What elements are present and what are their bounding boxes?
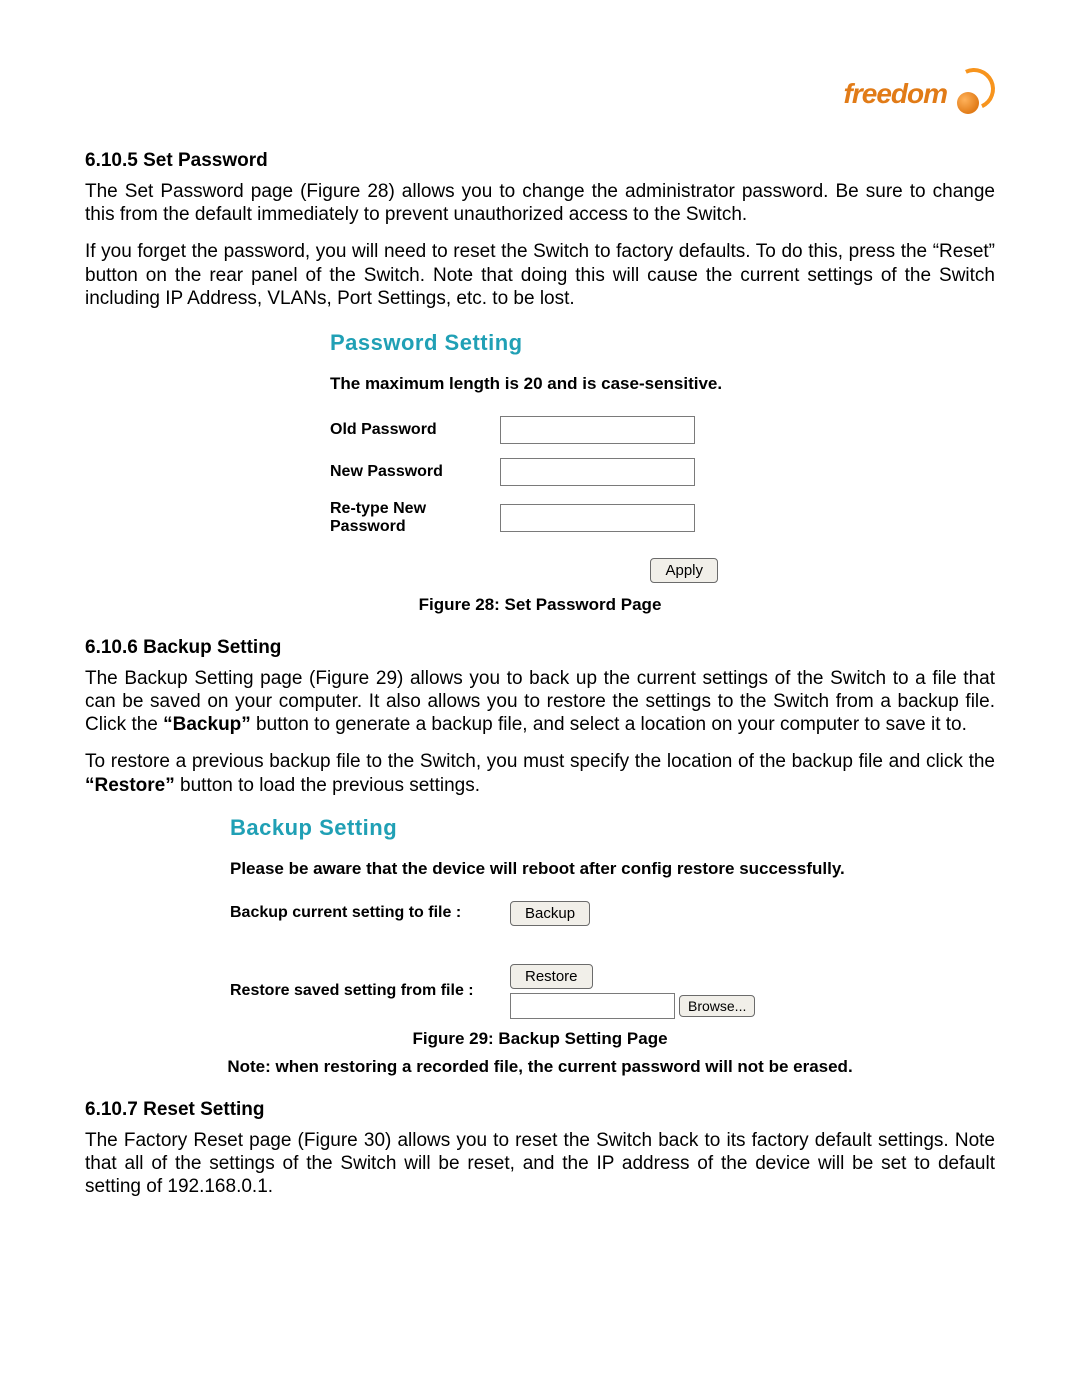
apply-button[interactable]: Apply [650,558,718,583]
retype-password-input[interactable] [500,504,695,532]
restore-from-file-label: Restore saved setting from file : [230,982,510,1000]
figure-29-caption: Figure 29: Backup Setting Page [85,1029,995,1049]
figure-28-caption: Figure 28: Set Password Page [85,595,995,615]
backup-panel-title: Backup Setting [230,815,850,841]
heading-reset-setting: 6.10.7 Reset Setting [85,1099,995,1121]
backup-para2-b: button to load the previous settings. [175,775,480,796]
backup-setting-para-2: To restore a previous backup file to the… [85,750,995,796]
retype-password-label: Re-type New Password [330,500,500,536]
brand-logo-graphic [949,68,995,120]
heading-backup-setting: 6.10.6 Backup Setting [85,637,995,659]
brand-logo: freedom [844,68,995,120]
figure-29: Backup Setting Please be aware that the … [85,811,995,1077]
password-panel-subtitle: The maximum length is 20 and is case-sen… [330,374,750,394]
backup-setting-para-1: The Backup Setting page (Figure 29) allo… [85,667,995,737]
reset-setting-para-1: The Factory Reset page (Figure 30) allow… [85,1129,995,1199]
backup-para2-a: To restore a previous backup file to the… [85,751,995,772]
set-password-para-2: If you forget the password, you will nee… [85,240,995,310]
backup-button[interactable]: Backup [510,901,590,926]
set-password-para-1: The Set Password page (Figure 28) allows… [85,180,995,226]
figure-28: Password Setting The maximum length is 2… [85,324,995,615]
new-password-input[interactable] [500,458,695,486]
backup-para1-b: button to generate a backup file, and se… [251,714,967,735]
old-password-input[interactable] [500,416,695,444]
backup-panel-warning: Please be aware that the device will reb… [230,859,850,879]
restore-note: Note: when restoring a recorded file, th… [85,1057,995,1077]
backup-to-file-label: Backup current setting to file : [230,904,510,922]
heading-set-password: 6.10.5 Set Password [85,150,995,172]
brand-logo-text: freedom [844,78,947,110]
restore-file-path-input[interactable] [510,993,675,1019]
backup-para2-bold: “Restore” [85,775,175,796]
new-password-label: New Password [330,463,500,481]
restore-button[interactable]: Restore [510,964,593,989]
browse-button[interactable]: Browse... [679,995,755,1017]
backup-para1-bold: “Backup” [163,714,251,735]
password-panel-title: Password Setting [330,330,750,356]
old-password-label: Old Password [330,421,500,439]
